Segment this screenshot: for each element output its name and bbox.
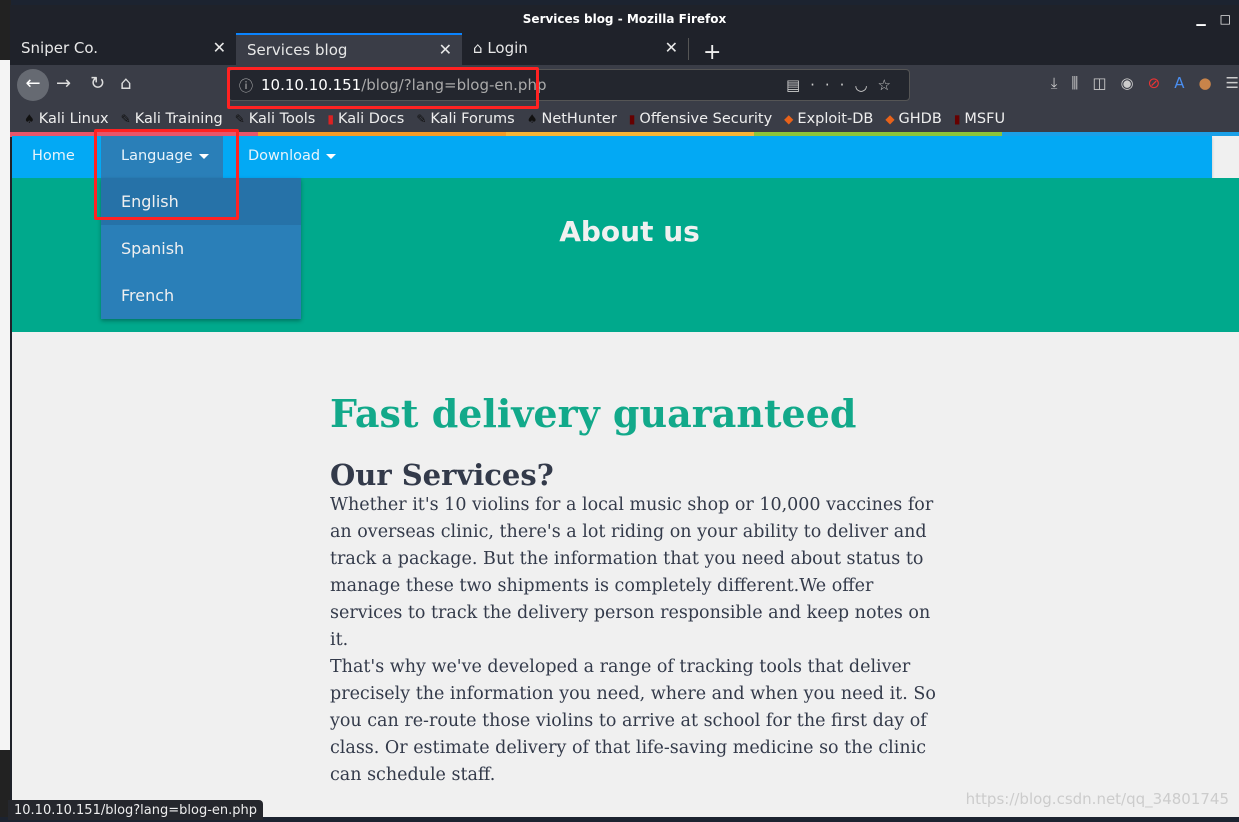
bookmark[interactable]: ✎ Kali Training <box>121 111 223 127</box>
highlight-url <box>227 67 539 109</box>
forward-button[interactable]: → <box>56 73 71 94</box>
article-paragraph: That's why we've developed a range of tr… <box>330 657 936 785</box>
language-option-spanish[interactable]: Spanish <box>101 225 301 272</box>
menu-icon[interactable]: ☰ <box>1226 74 1239 92</box>
tab-label: Login <box>487 39 528 57</box>
tab-label: Services blog <box>247 41 348 59</box>
tab-login[interactable]: ⌂ Login ✕ <box>462 33 688 65</box>
nav-home[interactable]: Home <box>32 136 75 178</box>
kali-icon: ♠ <box>526 111 538 126</box>
home-icon: ⌂ <box>473 39 483 57</box>
nav-download[interactable]: Download <box>248 136 337 178</box>
browser-window: Services blog - Mozilla Firefox ▁ □ Snipe… <box>10 5 1239 817</box>
reader-view-icon[interactable]: ▤ <box>786 76 810 94</box>
kali-icon: ✎ <box>120 111 131 126</box>
caret-down-icon <box>326 153 337 159</box>
extension-icon[interactable]: ⊘ <box>1148 74 1161 92</box>
highlight-language <box>94 129 239 220</box>
window-title: Services blog - Mozilla Firefox <box>522 12 727 26</box>
close-tab-icon[interactable]: ✕ <box>439 35 452 65</box>
cookie-icon[interactable]: ● <box>1198 74 1211 92</box>
star-icon[interactable]: ☆ <box>878 76 901 94</box>
status-bar-url: 10.10.10.151/blog?lang=blog-en.php <box>8 800 264 820</box>
nav-toolbar: ← → ↻ ⌂ ⓘ 10.10.10.151/blog/?lang=blog-e… <box>10 65 1239 105</box>
msfu-icon: ▮ <box>953 111 961 126</box>
tab-sniper[interactable]: Sniper Co. ✕ <box>10 33 236 65</box>
offsec-icon: ▮ <box>628 111 636 126</box>
close-tab-icon[interactable]: ✕ <box>213 33 226 63</box>
tab-services-blog[interactable]: Services blog ✕ <box>236 33 462 65</box>
sidebar-icon[interactable]: ◫ <box>1092 74 1106 92</box>
reload-button[interactable]: ↻ <box>90 73 105 94</box>
home-button[interactable]: ⌂ <box>120 73 131 94</box>
watermark: https://blog.csdn.net/qq_34801745 <box>965 790 1229 808</box>
article-paragraph: Whether it's 10 violins for a local musi… <box>330 495 934 650</box>
bookmarks-bar: ♠ Kali Linux ✎ Kali Training ✎ Kali Tools ▮… <box>10 105 1239 132</box>
maximize-button[interactable]: □ <box>1220 12 1231 26</box>
kali-icon: ♠ <box>24 111 35 126</box>
pocket-icon[interactable]: ◡ <box>854 76 877 94</box>
kali-icon: ✎ <box>416 111 427 126</box>
close-tab-icon[interactable]: ✕ <box>665 33 678 63</box>
exploitdb-icon: ◆ <box>784 111 794 126</box>
bookmark[interactable]: ▮ Kali Docs <box>327 111 404 127</box>
ghdb-icon: ◆ <box>885 111 895 126</box>
bookmark[interactable]: ◆ GHDB <box>885 111 942 127</box>
title-bar: Services blog - Mozilla Firefox ▁ □ <box>10 5 1239 33</box>
more-icon[interactable]: ··· <box>810 76 854 94</box>
back-button[interactable]: ← <box>17 69 49 101</box>
web-page: Home Language Download About us English … <box>12 136 1239 817</box>
tab-label: Sniper Co. <box>21 39 99 57</box>
bookmark[interactable]: ◆ Exploit-DB <box>784 111 873 127</box>
docs-icon: ▮ <box>327 111 334 126</box>
bookmark[interactable]: ♠ NetHunter <box>527 111 617 127</box>
article: Fast delivery guaranteed Our Services? W… <box>330 386 950 789</box>
bookmark[interactable]: ♠ Kali Linux <box>24 111 109 127</box>
bookmark[interactable]: ✎ Kali Forums <box>416 111 514 127</box>
kali-icon: ✎ <box>234 111 245 126</box>
library-icon[interactable]: ⫼ <box>1071 74 1078 92</box>
article-heading: Fast delivery guaranteed <box>330 391 857 436</box>
bookmark[interactable]: ✎ Kali Tools <box>235 111 316 127</box>
article-subheading: Our Services? <box>330 458 554 492</box>
account-icon[interactable]: ◉ <box>1121 74 1134 92</box>
new-tab-button[interactable]: + <box>688 38 721 65</box>
bookmark[interactable]: ▮ Offensive Security <box>629 111 772 127</box>
bookmark[interactable]: ▮ MSFU <box>954 111 1005 127</box>
language-option-french[interactable]: French <box>101 272 301 319</box>
tab-strip: Sniper Co. ✕ Services blog ✕ ⌂ Login ✕ + <box>10 33 1239 65</box>
minimize-button[interactable]: ▁ <box>1196 12 1205 26</box>
translate-icon[interactable]: A <box>1174 74 1184 92</box>
download-icon[interactable]: ⤓ <box>1051 74 1058 92</box>
